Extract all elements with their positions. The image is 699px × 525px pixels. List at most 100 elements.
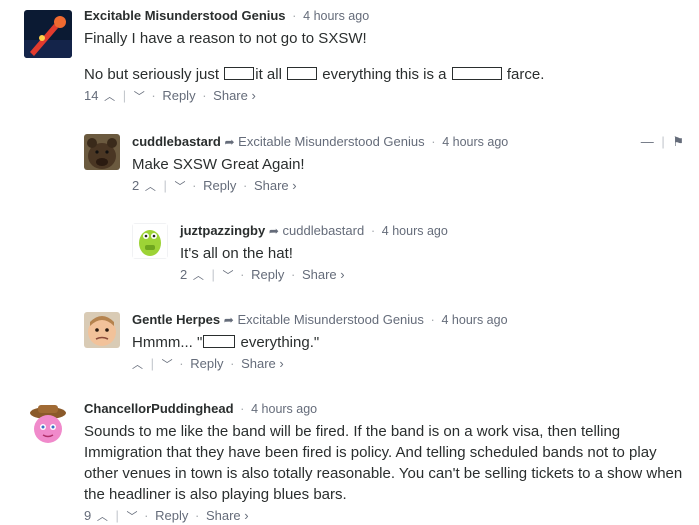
timestamp[interactable]: 4 hours ago (303, 9, 369, 23)
flag-icon[interactable]: ⚑ (672, 134, 684, 149)
comment-tools: — | ⚑ (641, 134, 684, 150)
text-segment: it all (255, 66, 282, 83)
avatar-chancellor[interactable] (24, 401, 72, 449)
vote-count: 9 (84, 508, 92, 523)
comment-3-body: juztpazzingby ➦ cuddlebastard · 4 hours … (180, 223, 684, 284)
comment-footer: 9 ︿ | ﹀ · Reply · Share › (84, 508, 684, 525)
avatar-cuddlebastard[interactable] (84, 134, 120, 170)
comment-footer: 14 ︿ | ﹀ · Reply · Share › (84, 88, 684, 105)
separator-dot: · (192, 178, 197, 193)
separator-dot: · (292, 8, 297, 23)
text-segment: Hmmm... " (132, 334, 203, 351)
upvote-icon[interactable]: ︿ (132, 357, 143, 373)
reply-link[interactable]: Reply (162, 88, 195, 103)
comment-footer: 2 ︿ | ﹀ · Reply · Share › (180, 267, 684, 284)
vote-count: 2 (132, 178, 140, 193)
timestamp[interactable]: 4 hours ago (251, 402, 317, 416)
comment-1: Excitable Misunderstood Genius · 4 hours… (24, 8, 684, 108)
downvote-icon[interactable]: ﹀ (134, 89, 145, 105)
avatar-excitable[interactable] (24, 10, 72, 58)
tools-divider: | (661, 134, 665, 149)
comment-text: Finally I have a reason to not go to SXS… (84, 28, 684, 85)
comment-4: Gentle Herpes ➦ Excitable Misunderstood … (84, 312, 684, 382)
separator-dot: · (242, 178, 248, 193)
separator-dot: · (179, 356, 184, 371)
comment-3: juztpazzingby ➦ cuddlebastard · 4 hours … (132, 223, 684, 293)
author-name[interactable]: Gentle Herpes (132, 312, 220, 327)
author-name[interactable]: Excitable Misunderstood Genius (84, 8, 286, 23)
author-name[interactable]: cuddlebastard (132, 134, 221, 149)
comment-header: ChancellorPuddinghead · 4 hours ago (84, 401, 684, 417)
downvote-icon[interactable]: ﹀ (223, 268, 234, 284)
comment-line-2: No but seriously just it all everything … (84, 64, 684, 85)
vote-divider: | (150, 356, 155, 371)
reply-link[interactable]: Reply (203, 178, 236, 193)
reply-arrow-icon: ➦ (224, 135, 235, 149)
avatar-juztpazzingby[interactable] (132, 223, 168, 259)
comment-2: cuddlebastard ➦ Excitable Misunderstood … (84, 134, 684, 204)
comment-1-body: Excitable Misunderstood Genius · 4 hours… (84, 8, 684, 105)
author-name[interactable]: juztpazzingby (180, 223, 265, 238)
parent-author[interactable]: Excitable Misunderstood Genius (237, 312, 423, 327)
vote-divider: | (122, 88, 127, 103)
comment-text: It's all on the hat! (180, 245, 293, 262)
separator-dot: · (370, 223, 376, 238)
vote-divider: | (115, 508, 119, 523)
timestamp[interactable]: 4 hours ago (442, 313, 508, 327)
redacted-box (203, 335, 236, 348)
separator-dot: · (144, 508, 149, 523)
separator-dot: · (431, 134, 436, 149)
comment-5-body: ChancellorPuddinghead · 4 hours ago Soun… (84, 401, 684, 525)
timestamp[interactable]: 4 hours ago (382, 224, 448, 238)
comment-header: cuddlebastard ➦ Excitable Misunderstood … (132, 134, 684, 150)
share-link[interactable]: Share › (241, 356, 284, 371)
downvote-icon[interactable]: ﹀ (162, 357, 173, 373)
upvote-icon[interactable]: ︿ (193, 268, 204, 284)
text-segment: everything this is a (322, 66, 447, 83)
upvote-icon[interactable]: ︿ (145, 179, 156, 195)
text-segment: everything." (240, 334, 320, 351)
comment-header: Gentle Herpes ➦ Excitable Misunderstood … (132, 312, 684, 328)
redacted-box (451, 67, 502, 80)
comment-footer: ︿ | ﹀ · Reply · Share › (132, 356, 684, 373)
reply-link[interactable]: Reply (190, 356, 223, 371)
comment-footer: 2 ︿ | ﹀ · Reply · Share › (132, 178, 684, 195)
separator-dot: · (430, 312, 435, 327)
reply-arrow-icon: ➦ (223, 313, 234, 327)
separator-dot: · (230, 356, 235, 371)
parent-author[interactable]: Excitable Misunderstood Genius (238, 134, 424, 149)
upvote-icon[interactable]: ︿ (104, 89, 115, 105)
redacted-box (287, 67, 318, 80)
vote-count: 2 (180, 267, 188, 282)
downvote-icon[interactable]: ﹀ (175, 179, 186, 195)
author-name[interactable]: ChancellorPuddinghead (84, 401, 234, 416)
share-link[interactable]: Share › (302, 267, 345, 282)
comment-text: Hmmm... " everything." (132, 332, 684, 353)
comment-header: Excitable Misunderstood Genius · 4 hours… (84, 8, 684, 24)
comment-line-1: Finally I have a reason to not go to SXS… (84, 30, 367, 47)
separator-dot: · (151, 88, 156, 103)
separator-dot: · (290, 267, 296, 282)
comment-2-body: cuddlebastard ➦ Excitable Misunderstood … (132, 134, 684, 195)
comment-5: ChancellorPuddinghead · 4 hours ago Soun… (24, 401, 684, 523)
share-link[interactable]: Share › (213, 88, 256, 103)
share-link[interactable]: Share › (254, 178, 297, 193)
vote-count: 14 (84, 88, 99, 103)
separator-dot: · (194, 508, 200, 523)
parent-author[interactable]: cuddlebastard (283, 223, 365, 238)
reply-arrow-icon: ➦ (268, 224, 279, 238)
comment-header: juztpazzingby ➦ cuddlebastard · 4 hours … (180, 223, 684, 239)
share-link[interactable]: Share › (206, 508, 249, 523)
text-segment: No but seriously just (84, 66, 220, 83)
reply-link[interactable]: Reply (155, 508, 188, 523)
text-segment: farce. (506, 66, 545, 83)
comment-text: Sounds to me like the band will be fired… (84, 423, 683, 503)
separator-dot: · (202, 88, 207, 103)
reply-link[interactable]: Reply (251, 267, 284, 282)
collapse-icon[interactable]: — (641, 134, 654, 149)
separator-dot: · (240, 267, 245, 282)
avatar-gentle-herpes[interactable] (84, 312, 120, 348)
vote-divider: | (211, 267, 215, 282)
timestamp[interactable]: 4 hours ago (442, 135, 508, 149)
comment-4-body: Gentle Herpes ➦ Excitable Misunderstood … (132, 312, 684, 373)
